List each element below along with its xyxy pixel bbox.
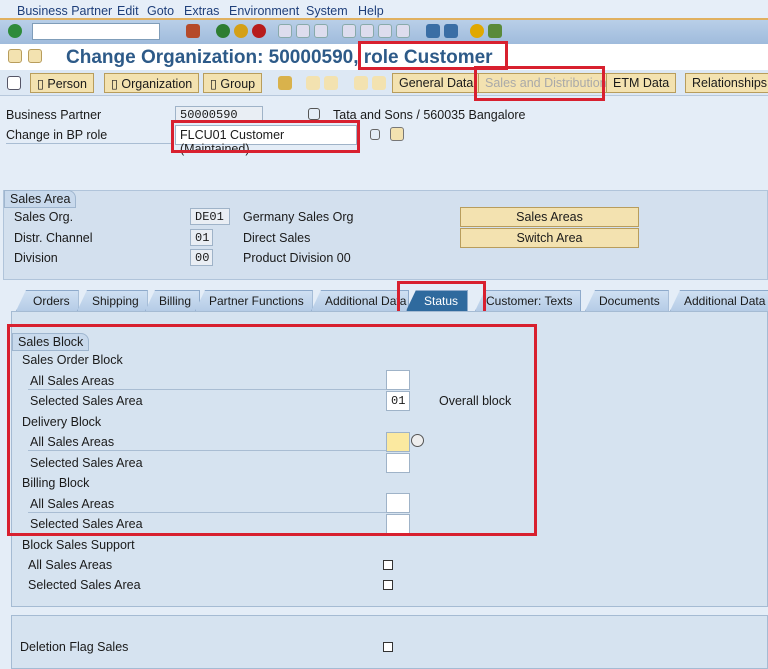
new-session-icon[interactable] [426, 24, 440, 38]
tab-additional-data-2[interactable]: Additional Data [670, 290, 768, 311]
bp-description: Tata and Sons / 560035 Bangalore [333, 108, 526, 122]
first-page-icon[interactable] [342, 24, 356, 38]
distr-channel-label: Distr. Channel [14, 231, 93, 245]
sales-order-block-label: Sales Order Block [22, 353, 123, 367]
support-all-checkbox[interactable] [383, 560, 393, 570]
switch-area-button[interactable]: Switch Area [460, 228, 639, 248]
edit-icon[interactable] [354, 76, 368, 90]
division-desc: Product Division 00 [243, 251, 351, 265]
division-field[interactable]: 00 [190, 249, 213, 266]
deletion-flag-label: Deletion Flag Sales [20, 640, 129, 654]
support-sel-label: Selected Sales Area [28, 578, 141, 592]
sales-area-panel [3, 190, 768, 280]
tab-billing[interactable]: Billing [145, 290, 201, 311]
order-block-desc: Overall block [439, 394, 512, 408]
find-next-icon[interactable] [314, 24, 328, 38]
sales-org-desc: Germany Sales Org [243, 210, 354, 224]
menu-system[interactable]: System [306, 4, 348, 18]
page-title: Change Organization: 50000590, role Cust… [66, 47, 493, 68]
delivery-sel-label: Selected Sales Area [30, 456, 143, 470]
back-icon[interactable] [216, 24, 230, 38]
bp-role-select[interactable]: FLCU01 Customer (Maintained) [175, 125, 357, 156]
group-button[interactable]: ▯ Group [203, 73, 263, 93]
menu-business-partner[interactable]: Business Partner [17, 4, 112, 18]
order-sel-label: Selected Sales Area [30, 394, 143, 408]
distr-channel-desc: Direct Sales [243, 231, 311, 245]
print-icon[interactable] [278, 24, 292, 38]
division-label: Division [14, 251, 58, 265]
organization-icon [308, 108, 320, 120]
enter-icon[interactable] [8, 24, 22, 38]
distr-channel-field[interactable]: 01 [190, 229, 213, 246]
display-change-icon[interactable] [8, 49, 22, 63]
tab-orders[interactable]: Orders [16, 290, 79, 311]
delivery-block-selected-field[interactable] [386, 453, 410, 473]
menu-environment[interactable]: Environment [229, 4, 299, 18]
tab-partner-functions[interactable]: Partner Functions [195, 290, 313, 311]
tab-documents[interactable]: Documents [585, 290, 669, 311]
delivery-block-label: Delivery Block [22, 415, 102, 429]
menu-help[interactable]: Help [358, 4, 384, 18]
sales-org-label: Sales Org. [14, 210, 74, 224]
shortcut-icon[interactable] [444, 24, 458, 38]
role-label: Change in BP role [6, 128, 108, 142]
sales-areas-button[interactable]: Sales Areas [460, 207, 639, 227]
bp-number-field[interactable]: 50000590 [175, 106, 263, 123]
last-page-icon[interactable] [396, 24, 410, 38]
next-icon[interactable] [324, 76, 338, 90]
relationships-button[interactable]: Relationships [685, 73, 768, 93]
save-icon[interactable] [186, 24, 200, 38]
other-object-icon[interactable] [28, 49, 42, 63]
exit-icon[interactable] [234, 24, 248, 38]
delivery-all-label: All Sales Areas [30, 435, 115, 449]
tab-customer-texts[interactable]: Customer: Texts [475, 290, 582, 311]
layout-icon[interactable] [488, 24, 502, 38]
block-sales-support-label: Block Sales Support [22, 538, 135, 552]
bp-label: Business Partner [6, 108, 102, 122]
next-page-icon[interactable] [378, 24, 392, 38]
prev-page-icon[interactable] [360, 24, 374, 38]
relationship-icon[interactable] [372, 76, 386, 90]
sales-org-field[interactable]: DE01 [190, 208, 230, 225]
dropdown-icon[interactable] [370, 129, 380, 140]
order-block-all-field[interactable] [386, 370, 410, 390]
sales-area-title: Sales Area [4, 190, 77, 208]
etm-data-button[interactable]: ETM Data [606, 73, 677, 93]
find-icon[interactable] [296, 24, 310, 38]
cancel-icon[interactable] [252, 24, 266, 38]
tab-status[interactable]: Status [406, 290, 468, 311]
organization-button[interactable]: ▯ Organization [104, 73, 200, 93]
order-block-selected-field[interactable]: 01 [386, 391, 410, 411]
billing-block-all-field[interactable] [386, 493, 410, 513]
billing-block-label: Billing Block [22, 476, 90, 490]
role-change-icon[interactable] [390, 127, 404, 141]
deletion-flag-checkbox[interactable] [383, 642, 393, 652]
support-selected-checkbox[interactable] [383, 580, 393, 590]
locator-icon[interactable] [7, 76, 21, 90]
menu-goto[interactable]: Goto [147, 4, 174, 18]
command-field[interactable] [32, 23, 160, 40]
support-all-label: All Sales Areas [28, 558, 113, 572]
billing-all-label: All Sales Areas [30, 497, 115, 511]
billing-block-selected-field[interactable] [386, 514, 410, 534]
menu-extras[interactable]: Extras [184, 4, 219, 18]
menu-bar: Business Partner Edit Goto Extras Enviro… [0, 0, 768, 20]
previous-icon[interactable] [306, 76, 320, 90]
general-data-button[interactable]: General Data [392, 73, 481, 93]
delivery-block-all-field[interactable] [386, 432, 410, 452]
sales-distribution-button[interactable]: Sales and Distribution [478, 73, 614, 93]
open-folder-icon[interactable] [278, 76, 292, 90]
tab-shipping[interactable]: Shipping [77, 290, 148, 311]
menu-edit[interactable]: Edit [117, 4, 139, 18]
search-help-icon[interactable] [411, 434, 424, 447]
help-icon[interactable] [470, 24, 484, 38]
billing-sel-label: Selected Sales Area [30, 517, 143, 531]
order-all-label: All Sales Areas [30, 374, 115, 388]
tab-additional-data[interactable]: Additional Data [311, 290, 409, 311]
person-button[interactable]: ▯ Person [30, 73, 94, 93]
sales-block-title: Sales Block [12, 333, 90, 351]
